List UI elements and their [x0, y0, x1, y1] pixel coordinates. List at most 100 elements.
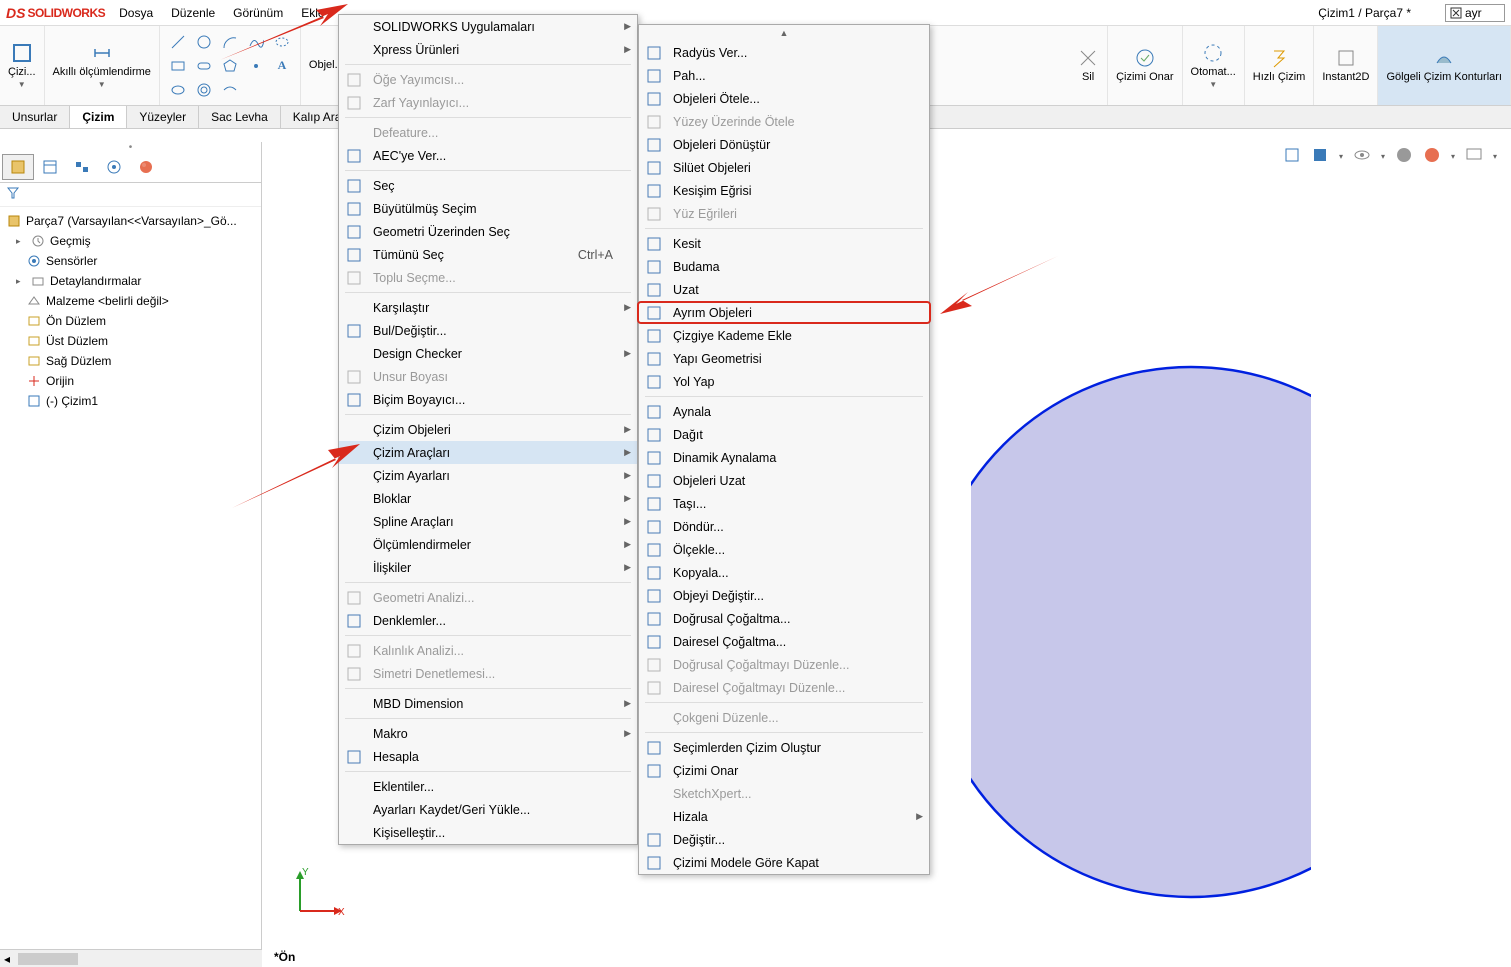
view-sphere-icon[interactable]: [1395, 146, 1413, 167]
menu-item-objeyi-de-i-tir[interactable]: Objeyi Değiştir...: [639, 584, 929, 607]
panel-tab-config[interactable]: [66, 154, 98, 180]
tab-features[interactable]: Unsurlar: [0, 106, 70, 128]
tool-shaded-contours[interactable]: Gölgeli Çizim Konturları: [1378, 26, 1511, 105]
menu-item-do-rusal-o-altma[interactable]: Doğrusal Çoğaltma...: [639, 607, 929, 630]
menu-item-dinamik-aynalama[interactable]: Dinamik Aynalama: [639, 446, 929, 469]
menu-item-geometri-zerinden-se[interactable]: Geometri Üzerinden Seç: [339, 220, 637, 243]
menu-item-pah[interactable]: Pah...: [639, 64, 929, 87]
menu-item-l-ekle[interactable]: Ölçekle...: [639, 538, 929, 561]
rect-icon[interactable]: [166, 55, 190, 77]
menu-item-sil-et-objeleri[interactable]: Silüet Objeleri: [639, 156, 929, 179]
menu-item-b-y-t-lm-se-im[interactable]: Büyütülmüş Seçim: [339, 197, 637, 220]
menu-edit[interactable]: Düzenle: [171, 6, 215, 20]
menu-item-d-nd-r[interactable]: Döndür...: [639, 515, 929, 538]
menu-item-objeleri-tele[interactable]: Objeleri Ötele...: [639, 87, 929, 110]
view-appearance-icon[interactable]: [1423, 146, 1441, 167]
tree-sketch1[interactable]: (-) Çizim1: [2, 391, 259, 411]
menu-item-makro[interactable]: Makro▶: [339, 722, 637, 745]
menu-item-yap-geometrisi[interactable]: Yapı Geometrisi: [639, 347, 929, 370]
tool-delete[interactable]: Sil: [1069, 26, 1108, 105]
tool-quick[interactable]: Hızlı Çizim: [1245, 26, 1315, 105]
menu-item-objeleri-uzat[interactable]: Objeleri Uzat: [639, 469, 929, 492]
menu-item-izimi-modele-g-re-kapat[interactable]: Çizimi Modele Göre Kapat: [639, 851, 929, 874]
search-box[interactable]: ayr: [1445, 4, 1505, 22]
tool-smart-dimension[interactable]: Akıllı ölçümlendirme ▼: [45, 26, 160, 105]
menu-item-kar-la-t-r[interactable]: Karşılaştır▶: [339, 296, 637, 319]
ring-icon[interactable]: [192, 79, 216, 101]
menu-item-aec-ye-ver[interactable]: AEC'ye Ver...: [339, 144, 637, 167]
menu-file[interactable]: Dosya: [119, 6, 153, 20]
panel-tab-property[interactable]: [34, 154, 66, 180]
tree-history[interactable]: ▸Geçmiş: [2, 231, 259, 251]
view-screen-icon[interactable]: [1465, 146, 1483, 167]
tree-top-plane[interactable]: Üst Düzlem: [2, 331, 259, 351]
tool-auto[interactable]: Otomat... ▼: [1183, 26, 1245, 105]
menu-item-aynala[interactable]: Aynala: [639, 400, 929, 423]
menu-item-izim-objeleri[interactable]: Çizim Objeleri▶: [339, 418, 637, 441]
menu-item-solidworks-uygulamalar[interactable]: SOLIDWORKS Uygulamaları▶: [339, 15, 637, 38]
menu-item-budama[interactable]: Budama: [639, 255, 929, 278]
menu-item-izgiye-kademe-ekle[interactable]: Çizgiye Kademe Ekle: [639, 324, 929, 347]
view-solid-icon[interactable]: [1311, 146, 1329, 167]
menu-item-xpress-r-nleri[interactable]: Xpress Ürünleri▶: [339, 38, 637, 61]
tree-origin[interactable]: Orijin: [2, 371, 259, 391]
menu-item-hesapla[interactable]: Hesapla: [339, 745, 637, 768]
menu-item-se-imlerden-izim-olu-tur[interactable]: Seçimlerden Çizim Oluştur: [639, 736, 929, 759]
tool-repair[interactable]: Çizimi Onar: [1108, 26, 1182, 105]
menu-item-ki-iselle-tir[interactable]: Kişiselleştir...: [339, 821, 637, 844]
menu-item-da-t[interactable]: Dağıt: [639, 423, 929, 446]
tree-material[interactable]: Malzeme <belirli değil>: [2, 291, 259, 311]
tree-right-plane[interactable]: Sağ Düzlem: [2, 351, 259, 371]
slot-icon[interactable]: [192, 55, 216, 77]
tool-instant2d[interactable]: Instant2D: [1314, 26, 1378, 105]
tree-sensors[interactable]: Sensörler: [2, 251, 259, 271]
menu-scroll-up[interactable]: ▲: [639, 25, 929, 41]
menu-item-objeleri-d-n-t-r[interactable]: Objeleri Dönüştür: [639, 133, 929, 156]
panel-tab-dimxpert[interactable]: [98, 154, 130, 180]
menu-item-se[interactable]: Seç: [339, 174, 637, 197]
filter-icon[interactable]: [6, 186, 20, 200]
menu-item-dairesel-o-altma[interactable]: Dairesel Çoğaltma...: [639, 630, 929, 653]
menu-item-kesi-im-e-risi[interactable]: Kesişim Eğrisi: [639, 179, 929, 202]
menu-item-i-li-kiler[interactable]: İlişkiler▶: [339, 556, 637, 579]
menu-item-denklemler[interactable]: Denklemler...: [339, 609, 637, 632]
menu-item-ayr-m-objeleri[interactable]: Ayrım Objeleri: [637, 301, 931, 324]
menu-item-izimi-onar[interactable]: Çizimi Onar: [639, 759, 929, 782]
curve-icon[interactable]: [218, 79, 242, 101]
menu-item-eklentiler[interactable]: Eklentiler...: [339, 775, 637, 798]
tab-surfaces[interactable]: Yüzeyler: [127, 106, 199, 128]
menu-item-kopyala[interactable]: Kopyala...: [639, 561, 929, 584]
menu-item-label: Bloklar: [373, 492, 411, 506]
panel-tab-display[interactable]: [130, 154, 162, 180]
menu-item-bul-de-i-tir[interactable]: Bul/Değiştir...: [339, 319, 637, 342]
menu-item-yol-yap[interactable]: Yol Yap: [639, 370, 929, 393]
menu-item-l-mlendirmeler[interactable]: Ölçümlendirmeler▶: [339, 533, 637, 556]
menu-item-rady-s-ver[interactable]: Radyüs Ver...: [639, 41, 929, 64]
tree-front-plane[interactable]: Ön Düzlem: [2, 311, 259, 331]
view-eye-icon[interactable]: [1353, 146, 1371, 167]
tree-root[interactable]: Parça7 (Varsayılan<<Varsayılan>_Gö...: [2, 211, 259, 231]
tree-annotations[interactable]: ▸Detaylandırmalar: [2, 271, 259, 291]
panel-tab-feature-tree[interactable]: [2, 154, 34, 180]
tool-sketch[interactable]: Çizi... ▼: [0, 26, 45, 105]
menu-item-bloklar[interactable]: Bloklar▶: [339, 487, 637, 510]
menu-item-t-m-n-se[interactable]: Tümünü SeçCtrl+A: [339, 243, 637, 266]
tab-sheetmetal[interactable]: Sac Levha: [199, 106, 281, 128]
view-cube-icon[interactable]: [1283, 146, 1301, 167]
menu-item-hizala[interactable]: Hizala▶: [639, 805, 929, 828]
menu-item-izim-ayarlar[interactable]: Çizim Ayarları▶: [339, 464, 637, 487]
line-icon[interactable]: [166, 31, 190, 53]
menu-item-design-checker[interactable]: Design Checker▶: [339, 342, 637, 365]
menu-item-bi-im-boyay-c[interactable]: Biçim Boyayıcı...: [339, 388, 637, 411]
circle-icon[interactable]: [192, 31, 216, 53]
menu-item-spline-ara-lar[interactable]: Spline Araçları▶: [339, 510, 637, 533]
ellipse-icon[interactable]: [166, 79, 190, 101]
menu-item-ayarlar-kaydet-geri-y-kle[interactable]: Ayarları Kaydet/Geri Yükle...: [339, 798, 637, 821]
menu-item-de-i-tir[interactable]: Değiştir...: [639, 828, 929, 851]
menu-item-izim-ara-lar[interactable]: Çizim Araçları▶: [339, 441, 637, 464]
menu-item-kesit[interactable]: Kesit: [639, 232, 929, 255]
menu-item-mbd-dimension[interactable]: MBD Dimension▶: [339, 692, 637, 715]
menu-item-uzat[interactable]: Uzat: [639, 278, 929, 301]
menu-item-ta[interactable]: Taşı...: [639, 492, 929, 515]
tab-sketch[interactable]: Çizim: [70, 106, 127, 128]
